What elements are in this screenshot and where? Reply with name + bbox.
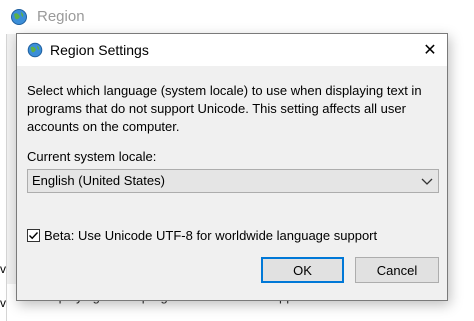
locale-label: Current system locale:: [27, 149, 157, 164]
locale-dropdown[interactable]: English (United States): [27, 169, 439, 193]
checkmark-icon: [29, 231, 39, 239]
description-text: Select which language (system locale) to…: [27, 83, 422, 134]
globe-icon: [27, 42, 43, 58]
dialog-title: Region Settings: [50, 42, 149, 58]
globe-icon: [11, 9, 27, 25]
beta-utf8-option[interactable]: Beta: Use Unicode UTF-8 for worldwide la…: [27, 226, 377, 244]
background-edge-text: v: [0, 296, 6, 310]
region-settings-dialog: Region Settings ✕ Select which language …: [16, 33, 448, 301]
close-button[interactable]: ✕: [413, 34, 447, 66]
background-right-panel: [446, 34, 474, 321]
background-edge-text: v: [0, 262, 6, 276]
background-left-divider: [6, 34, 7, 321]
beta-utf8-label[interactable]: Beta: Use Unicode UTF-8 for worldwide la…: [44, 228, 377, 243]
ok-button[interactable]: OK: [261, 257, 344, 283]
cancel-button[interactable]: Cancel: [355, 257, 439, 283]
background-window-title: Region: [37, 8, 85, 25]
close-icon: ✕: [423, 42, 437, 59]
locale-selected-value: English (United States): [32, 173, 165, 188]
chevron-down-icon: [421, 178, 433, 185]
beta-utf8-checkbox[interactable]: [27, 228, 40, 242]
background-titlebar: Region: [0, 0, 474, 34]
dialog-titlebar[interactable]: Region Settings ✕: [17, 34, 447, 66]
